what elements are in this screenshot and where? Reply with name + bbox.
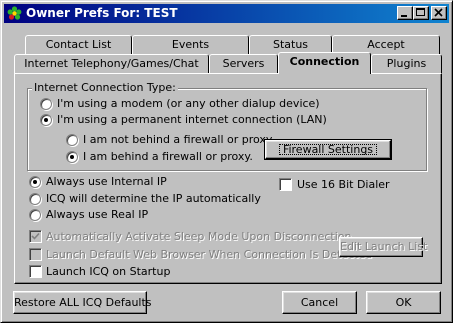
behind-firewall-radio[interactable] <box>66 151 78 163</box>
window-title: Owner Prefs For: TEST <box>26 6 178 20</box>
tab-connection[interactable]: Connection <box>278 52 371 74</box>
tab-internet-telephony[interactable]: Internet Telephony/Games/Chat <box>14 54 209 73</box>
ok-button[interactable]: OK <box>366 291 441 314</box>
internal-ip-radio[interactable] <box>29 176 41 188</box>
edit-launch-list-button[interactable]: Edit Launch List <box>339 237 427 257</box>
tab-label: Events <box>171 38 210 51</box>
close-button[interactable] <box>431 6 447 20</box>
tab-label: Contact List <box>45 38 112 51</box>
radio-selected-dot <box>33 180 37 184</box>
cancel-label: Cancel <box>300 296 339 309</box>
close-icon <box>434 8 443 17</box>
real-ip-radio[interactable] <box>29 209 41 221</box>
radio-selected-dot <box>44 118 48 122</box>
launch-on-startup-checkbox[interactable] <box>29 265 42 278</box>
use-16bit-dialer-checkbox[interactable] <box>279 178 292 191</box>
lan-radio-label[interactable]: I'm using a permanent internet connectio… <box>57 113 327 126</box>
tab-servers[interactable]: Servers <box>209 54 278 73</box>
tab-label: Servers <box>222 57 265 70</box>
checkmark-icon <box>31 232 40 240</box>
icq-flower-icon <box>7 6 22 21</box>
firewall-settings-button[interactable]: Firewall Settings <box>264 139 392 160</box>
tab-contact-list[interactable]: Contact List <box>25 35 132 54</box>
auto-sleep-label: Automatically Activate Sleep Mode Upon D… <box>46 230 352 243</box>
launch-browser-checkbox[interactable] <box>29 248 42 261</box>
auto-ip-label[interactable]: ICQ will determine the IP automatically <box>46 192 261 205</box>
tab-label: Plugins <box>386 57 427 70</box>
behind-firewall-radio-label[interactable]: I am behind a firewall or proxy. <box>83 150 253 163</box>
launch-on-startup-label[interactable]: Launch ICQ on Startup <box>46 265 170 278</box>
use-16bit-dialer-label[interactable]: Use 16 Bit Dialer <box>297 178 390 191</box>
title-bar[interactable]: Owner Prefs For: TEST <box>4 4 449 23</box>
no-firewall-radio-label[interactable]: I am not behind a firewall or proxy. <box>83 133 274 146</box>
ok-label: OK <box>395 296 412 309</box>
owner-prefs-window: Owner Prefs For: TEST Contact List Event… <box>0 0 453 323</box>
lan-radio[interactable] <box>40 114 52 126</box>
real-ip-label[interactable]: Always use Real IP <box>46 208 148 221</box>
radio-selected-dot <box>70 155 74 159</box>
tab-label: Connection <box>289 55 360 68</box>
firewall-settings-label: Firewall Settings <box>277 142 379 157</box>
edit-launch-list-label: Edit Launch List <box>340 240 428 253</box>
auto-sleep-checkbox[interactable] <box>29 230 42 243</box>
maximize-icon <box>416 8 425 16</box>
connection-type-legend: Internet Connection Type: <box>32 81 178 94</box>
tab-label: Accept <box>367 38 405 51</box>
tab-label: Internet Telephony/Games/Chat <box>24 57 199 70</box>
maximize-button[interactable] <box>413 6 429 20</box>
tab-plugins[interactable]: Plugins <box>371 54 442 73</box>
modem-radio[interactable] <box>40 98 52 110</box>
minimize-button[interactable] <box>397 6 413 20</box>
auto-ip-radio[interactable] <box>29 193 41 205</box>
restore-defaults-label: Restore ALL ICQ Defaults <box>14 296 152 309</box>
minimize-icon <box>401 15 407 17</box>
no-firewall-radio[interactable] <box>66 134 78 146</box>
tab-events[interactable]: Events <box>132 35 249 54</box>
launch-browser-label: Launch Default Web Browser When Connecti… <box>46 248 373 261</box>
internal-ip-label[interactable]: Always use Internal IP <box>46 175 167 188</box>
tab-label: Status <box>272 38 309 51</box>
modem-radio-label[interactable]: I'm using a modem (or any other dialup d… <box>57 97 320 110</box>
cancel-button[interactable]: Cancel <box>282 291 357 314</box>
restore-defaults-button[interactable]: Restore ALL ICQ Defaults <box>13 291 152 314</box>
